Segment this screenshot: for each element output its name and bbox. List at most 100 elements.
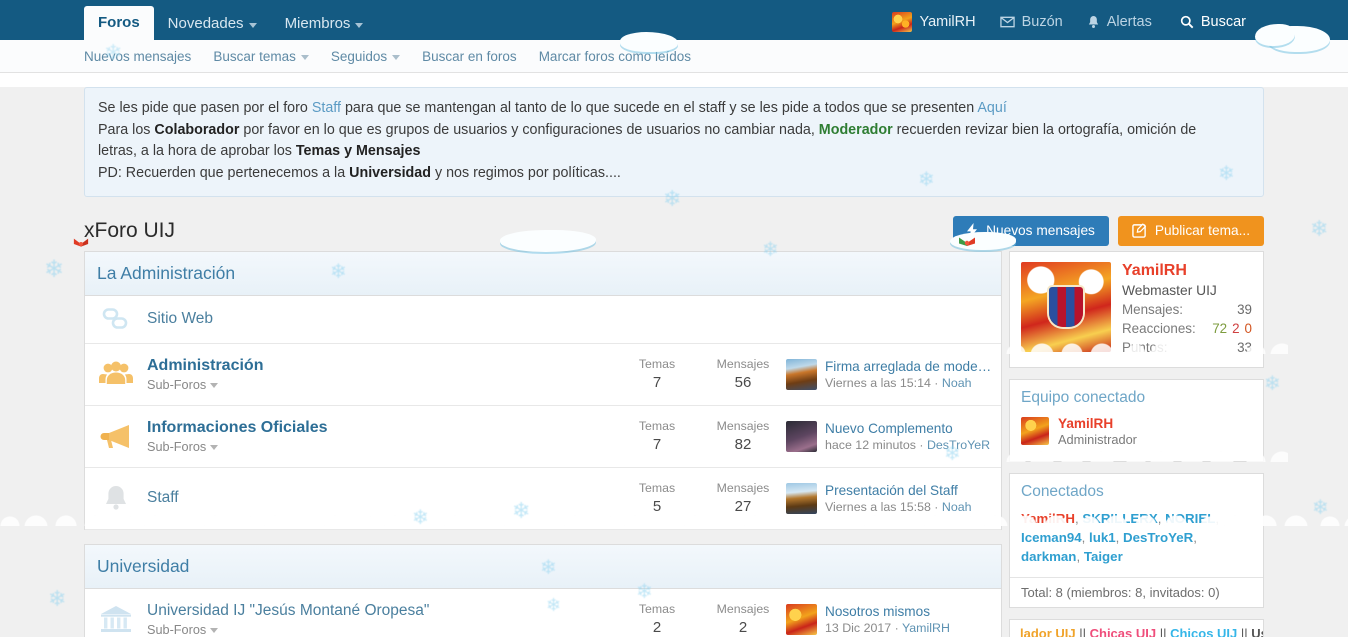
envelope-icon xyxy=(999,16,1015,28)
online-user[interactable]: DesTroYeR xyxy=(1123,530,1193,545)
avatar[interactable] xyxy=(786,482,817,514)
notice-bold-moderador: Moderador xyxy=(818,121,893,138)
threads-stat: Temas 2 xyxy=(614,602,700,636)
last-post-title[interactable]: Firma arreglada de modera... xyxy=(825,359,993,374)
tab-novedades[interactable]: Novedades xyxy=(154,8,271,40)
subnav-marcar-leidos[interactable]: Marcar foros como leídos xyxy=(539,49,691,64)
subnav-nuevos-mensajes[interactable]: Nuevos mensajes xyxy=(84,49,191,64)
notice-link-aqui[interactable]: Aquí xyxy=(977,100,1006,116)
last-post-meta: Viernes a las 15:14 · Noah xyxy=(825,375,972,390)
forum-row-universidad-ij[interactable]: Universidad IJ "Jesús Montané Oropesa" S… xyxy=(85,588,1001,637)
avatar[interactable] xyxy=(786,420,817,452)
last-post-time: Viernes a las 15:14 xyxy=(825,375,931,390)
tab-foros[interactable]: Foros xyxy=(84,6,154,40)
category-block-universidad: Universidad Universidad IJ "Jesús Montan… xyxy=(84,543,1002,637)
forum-row-staff[interactable]: Staff Temas 5 Mensajes 27 Presentación d… xyxy=(85,467,1001,530)
visitor-user-title: Webmaster UIJ xyxy=(1122,282,1217,298)
new-messages-button[interactable]: Nuevos mensajes xyxy=(953,215,1109,246)
forum-row-sitio-web[interactable]: Sitio Web xyxy=(85,295,1001,344)
subnav-buscar-en-foros[interactable]: Buscar en foros xyxy=(422,49,517,64)
new-messages-label: Nuevos mensajes xyxy=(986,223,1095,239)
staff-online-item[interactable]: YamilRH Administrador xyxy=(1010,414,1263,461)
chevron-down-icon xyxy=(210,383,219,389)
threads-count: 7 xyxy=(652,374,662,392)
subnav-label: Nuevos mensajes xyxy=(84,48,192,64)
last-post-author[interactable]: Noah xyxy=(942,500,972,514)
messages-stat: Mensajes 2 xyxy=(700,602,786,636)
notice-bold-universidad: Universidad xyxy=(349,165,431,182)
last-post-title[interactable]: Nosotros mismos xyxy=(825,604,950,619)
forum-info: Administración Sub-Foros xyxy=(147,357,614,392)
messages-count: 2 xyxy=(738,619,748,637)
last-post-title[interactable]: Nuevo Complemento xyxy=(825,421,990,436)
last-post-title[interactable]: Presentación del Staff xyxy=(825,483,972,498)
avatar[interactable] xyxy=(786,603,817,635)
forum-title[interactable]: Universidad IJ "Jesús Montané Oropesa" xyxy=(147,602,604,620)
forum-info: Universidad IJ "Jesús Montané Oropesa" S… xyxy=(147,602,614,637)
forum-title[interactable]: Sitio Web xyxy=(147,310,604,328)
staff-username[interactable]: YamilRH xyxy=(1058,416,1137,431)
category-title: Universidad xyxy=(97,555,190,576)
online-user[interactable]: darkman xyxy=(1021,549,1076,564)
staff-online-panel: Equipo conectado YamilRH Administrador xyxy=(1009,378,1264,462)
tab-foros-label: Foros xyxy=(98,14,140,31)
subnav-seguidos[interactable]: Seguidos xyxy=(330,48,401,64)
post-thread-button[interactable]: Publicar tema... xyxy=(1117,215,1264,246)
post-thread-label: Publicar tema... xyxy=(1154,223,1250,239)
online-users-list: YamilRH, SKRILLERX, NORIEL, Iceman94, lu… xyxy=(1021,510,1220,564)
forum-title[interactable]: Informaciones Oficiales xyxy=(147,419,604,437)
online-user[interactable]: NORIEL xyxy=(1165,511,1215,526)
subforums-toggle[interactable]: Sub-Foros xyxy=(147,440,604,454)
nav-alerts[interactable]: Alertas xyxy=(1075,4,1164,40)
subforums-toggle[interactable]: Sub-Foros xyxy=(147,378,604,392)
online-user[interactable]: YamilRH xyxy=(1021,511,1075,526)
tab-miembros[interactable]: Miembros xyxy=(271,8,378,40)
visitor-stat-messages: Mensajes: 39 xyxy=(1122,302,1252,317)
page-header-row: xForo UIJ Nuevos mensajes Publicar tema.… xyxy=(84,211,1264,251)
notice-line-2: Para los Colaborador por favor en lo que… xyxy=(98,120,1250,142)
forum-title[interactable]: Administración xyxy=(147,357,604,375)
forum-info: Staff xyxy=(147,489,614,507)
last-post-author[interactable]: Noah xyxy=(942,376,972,390)
forum-row-administracion[interactable]: Administración Sub-Foros Temas 7 Mensaje… xyxy=(85,343,1001,406)
threads-label: Temas xyxy=(638,357,676,372)
online-user[interactable]: luk1 xyxy=(1089,530,1116,545)
last-post-author[interactable]: DesTroYeR xyxy=(927,438,990,452)
last-post: Nosotros mismos 13 Dic 2017 · YamilRH xyxy=(786,603,1001,635)
pencil-square-icon xyxy=(1132,223,1147,239)
notice-line-1: Se les pide que pasen por el foro Staff … xyxy=(98,98,1250,120)
staff-online-heading: Equipo conectado xyxy=(1021,388,1146,406)
users-icon xyxy=(85,360,147,388)
site-notice: Se les pide que pasen por el foro Staff … xyxy=(84,87,1264,197)
reactions-positive: 72 xyxy=(1212,320,1228,336)
subnav-label: Seguidos xyxy=(330,48,388,64)
page-title: xForo UIJ xyxy=(84,218,176,242)
online-user[interactable]: SKRILLERX xyxy=(1082,511,1157,526)
forum-title[interactable]: Staff xyxy=(147,489,604,507)
stat-key: Reacciones: xyxy=(1122,320,1196,336)
avatar[interactable] xyxy=(786,358,817,390)
page-body: Se les pide que pasen por el foro Staff … xyxy=(0,87,1348,637)
usergroup-legend: lador UIJ || Chicas UIJ || Chicos UIJ ||… xyxy=(1009,618,1264,637)
legend-item-chicos[interactable]: Chicos UIJ xyxy=(1170,626,1237,637)
nav-inbox[interactable]: Buzón xyxy=(988,4,1075,40)
forum-row-informaciones-oficiales[interactable]: Informaciones Oficiales Sub-Foros Temas … xyxy=(85,405,1001,468)
messages-label: Mensajes xyxy=(716,419,770,434)
online-user[interactable]: Iceman94 xyxy=(1021,530,1082,545)
visitor-username[interactable]: YamilRH xyxy=(1122,262,1252,280)
notice-bold-colaborador: Colaborador xyxy=(154,121,240,138)
subforums-toggle[interactable]: Sub-Foros xyxy=(147,623,604,637)
messages-stat: Mensajes 82 xyxy=(700,419,786,453)
last-post-author[interactable]: YamilRH xyxy=(902,621,950,635)
subnav-buscar-temas[interactable]: Buscar temas xyxy=(213,49,309,64)
nav-search[interactable]: Buscar xyxy=(1164,4,1264,40)
legend-item-chicas[interactable]: Chicas UIJ xyxy=(1090,626,1156,637)
nav-user-menu[interactable]: YamilRH xyxy=(880,4,987,40)
online-users-heading: Conectados xyxy=(1021,482,1104,500)
avatar[interactable] xyxy=(1021,261,1111,352)
legend-item-colaborador[interactable]: lador UIJ xyxy=(1020,626,1076,637)
notice-link-staff[interactable]: Staff xyxy=(312,100,341,116)
chevron-down-icon xyxy=(248,22,257,28)
avatar[interactable] xyxy=(1021,417,1049,446)
online-user[interactable]: Taiger xyxy=(1084,549,1123,564)
